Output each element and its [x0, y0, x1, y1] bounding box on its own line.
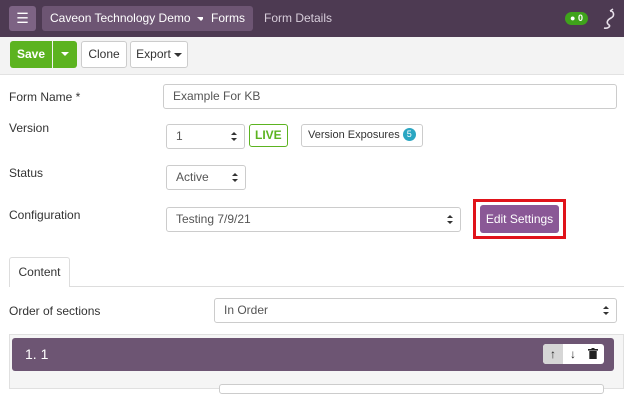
configuration-select[interactable]: Testing 7/9/21 [166, 207, 461, 232]
chevron-down-icon [61, 52, 69, 56]
version-value: 1 [176, 129, 183, 143]
form-name-label: Form Name * [9, 90, 81, 104]
section-field-input[interactable] [219, 384, 604, 394]
chevron-down-icon [173, 52, 182, 57]
notification-count: 0 [577, 13, 583, 23]
hamburger-icon[interactable]: ☰ [9, 6, 36, 31]
org-dropdown-button[interactable]: Caveon Technology Demo [42, 6, 213, 31]
tab-divider [70, 286, 624, 287]
select-arrows-icon [231, 132, 237, 141]
status-label: Status [9, 166, 44, 180]
section-title: 1. 1 [25, 346, 49, 362]
notification-badge[interactable]: ● 0 [565, 12, 588, 25]
arrow-down-icon[interactable]: ↓ [563, 344, 583, 364]
select-arrows-icon [603, 306, 609, 315]
select-arrows-icon [232, 173, 238, 182]
status-value: Active [176, 170, 209, 184]
order-value: In Order [224, 303, 269, 317]
configuration-label: Configuration [9, 208, 81, 222]
status-select[interactable]: Active [166, 165, 246, 190]
order-of-sections-select[interactable]: In Order [214, 298, 617, 323]
trash-icon[interactable] [583, 344, 603, 364]
exposures-count-badge: 5 [402, 128, 416, 141]
forms-nav-button[interactable]: Forms [203, 6, 253, 31]
form-name-input[interactable]: Example For KB [163, 84, 617, 109]
clone-button[interactable]: Clone [81, 41, 127, 68]
live-badge: LIVE [249, 124, 288, 147]
order-of-sections-label: Order of sections [9, 304, 101, 318]
select-arrows-icon [447, 215, 453, 224]
save-button[interactable]: Save [10, 41, 52, 68]
export-dropdown-button[interactable]: Export [130, 41, 188, 68]
version-label: Version [9, 121, 50, 135]
export-label: Export [136, 47, 171, 61]
exposures-label: Version Exposures [308, 129, 400, 141]
version-select[interactable]: 1 [166, 124, 245, 149]
arrow-up-icon[interactable]: ↑ [543, 344, 563, 364]
bell-icon: ● [570, 13, 576, 23]
edit-settings-button[interactable]: Edit Settings [480, 205, 559, 233]
org-label: Caveon Technology Demo [50, 11, 191, 25]
version-exposures-button[interactable]: Version Exposures 5 [301, 124, 423, 147]
configuration-value: Testing 7/9/21 [176, 212, 251, 226]
forms-label: Forms [211, 11, 245, 25]
section-tools: ↑ ↓ [543, 344, 604, 364]
breadcrumb-current: Form Details [264, 11, 333, 25]
tab-content[interactable]: Content [9, 257, 70, 287]
section-header [12, 338, 614, 371]
scorpion-logo-icon [603, 8, 615, 29]
save-options-button[interactable] [53, 41, 77, 68]
